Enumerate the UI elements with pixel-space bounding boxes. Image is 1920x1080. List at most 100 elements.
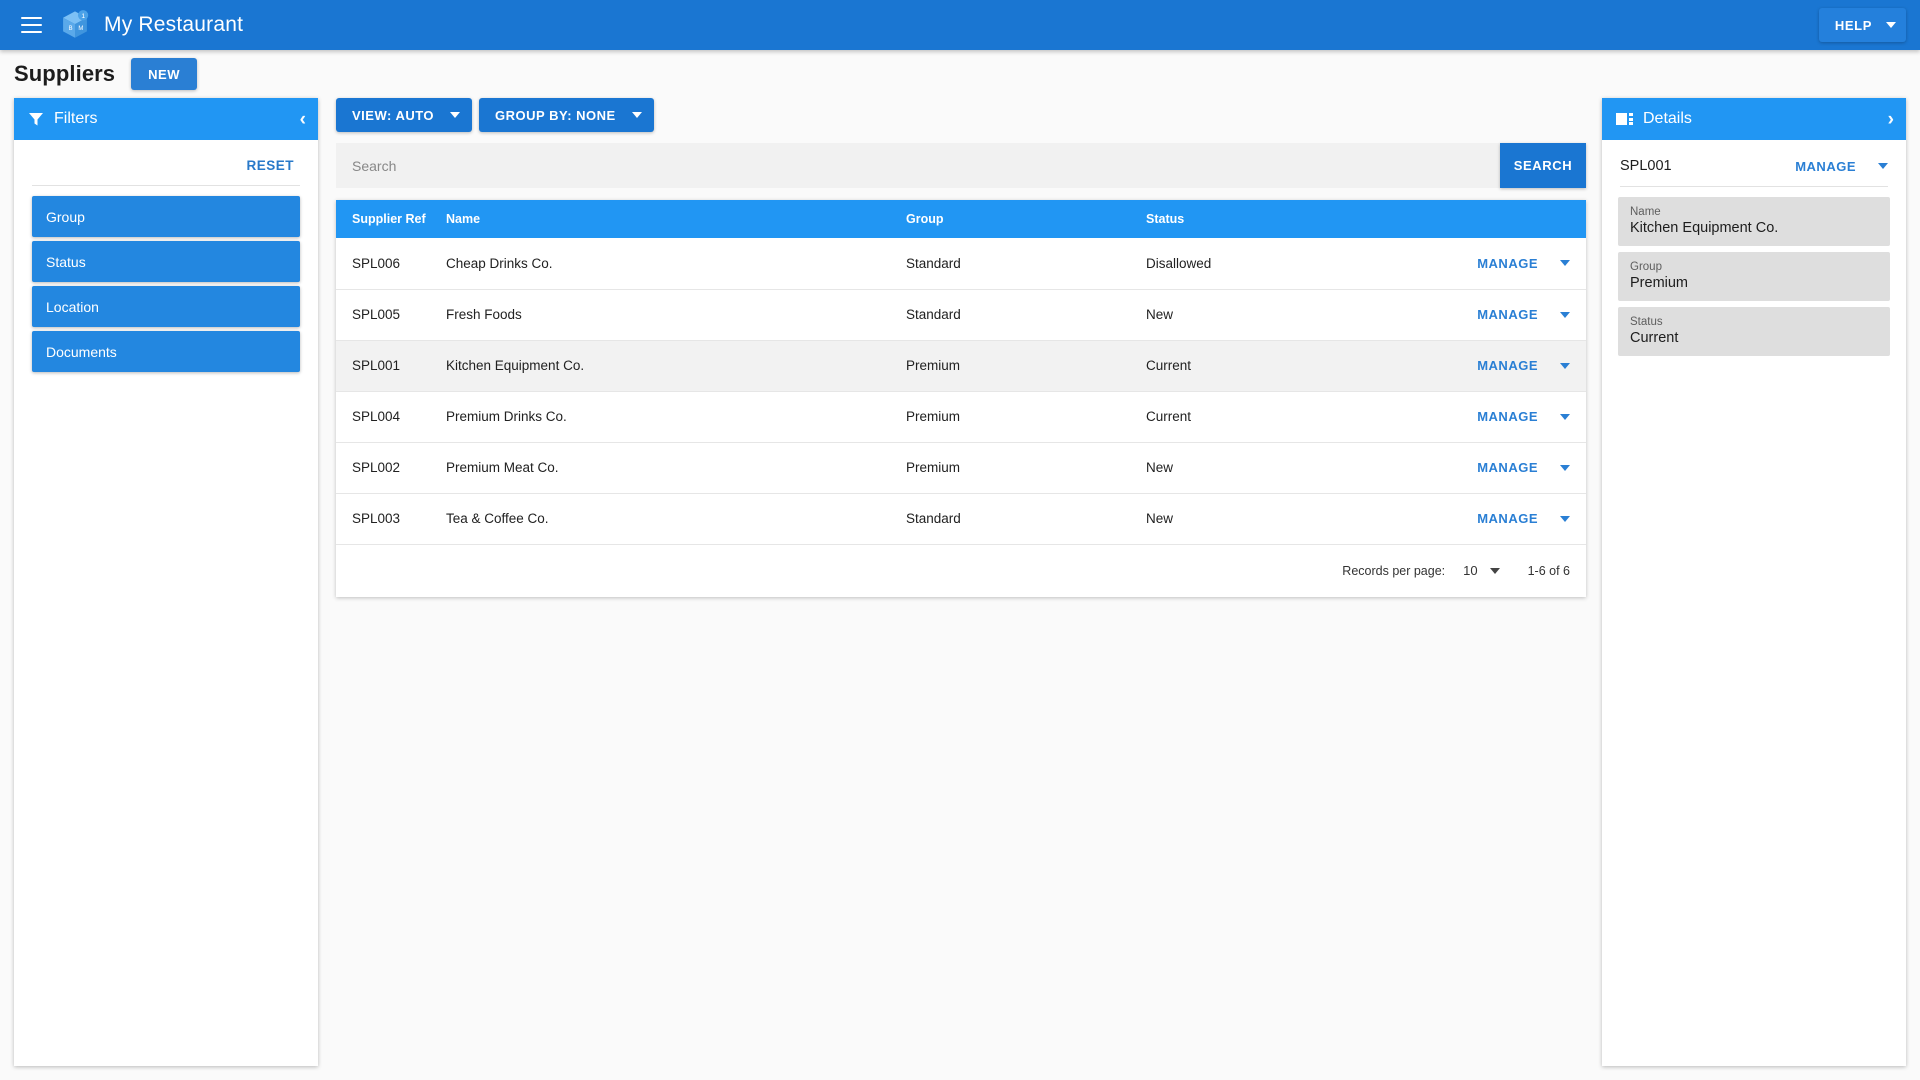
chevron-left-icon[interactable]: ‹ — [300, 110, 306, 129]
cube-logo-icon[interactable]: B M 1 — [58, 8, 92, 42]
chevron-down-icon — [1886, 22, 1896, 28]
cell-group: Standard — [896, 238, 1136, 290]
cell-supplier-ref: SPL004 — [336, 391, 436, 443]
cell-name: Fresh Foods — [436, 289, 896, 341]
chevron-down-icon[interactable] — [1560, 413, 1570, 420]
pagination-range: 1-6 of 6 — [1527, 563, 1570, 578]
row-manage-link[interactable]: MANAGE — [1477, 460, 1538, 475]
new-button[interactable]: NEW — [131, 58, 197, 90]
page-title-bar: Suppliers NEW — [0, 50, 1920, 98]
filter-item-group[interactable]: Group — [32, 196, 300, 237]
app-title: My Restaurant — [104, 13, 244, 36]
chevron-down-icon[interactable] — [1560, 311, 1570, 318]
view-mode-label: VIEW: AUTO — [352, 107, 435, 123]
reset-filters-link[interactable]: RESET — [246, 158, 294, 173]
chevron-down-icon[interactable] — [1878, 163, 1888, 169]
content-column: VIEW: AUTO GROUP BY: NONE SEARCH Supplie… — [318, 98, 1602, 1066]
help-button[interactable]: HELP — [1818, 8, 1906, 42]
chevron-down-icon[interactable] — [1560, 464, 1570, 471]
details-field-label: Name — [1630, 206, 1661, 218]
cell-actions: MANAGE — [1456, 289, 1586, 341]
search-button[interactable]: SEARCH — [1500, 143, 1586, 188]
details-manage-link[interactable]: MANAGE — [1795, 159, 1856, 174]
cell-status: Current — [1136, 391, 1456, 443]
filters-panel-header: Filters ‹ — [14, 98, 318, 140]
cell-supplier-ref: SPL003 — [336, 493, 436, 545]
chevron-down-icon — [631, 112, 642, 118]
cell-actions: MANAGE — [1456, 238, 1586, 290]
cell-supplier-ref: SPL002 — [336, 442, 436, 494]
cell-actions: MANAGE — [1456, 442, 1586, 494]
search-input[interactable] — [336, 143, 1500, 188]
chevron-down-icon[interactable] — [1560, 260, 1570, 267]
details-field-value: Kitchen Equipment Co. — [1630, 220, 1779, 236]
cell-name: Tea & Coffee Co. — [436, 493, 896, 545]
column-header-group[interactable]: Group — [896, 200, 1136, 238]
details-manage-group[interactable]: MANAGE — [1795, 159, 1888, 174]
view-mode-button[interactable]: VIEW: AUTO — [336, 98, 473, 132]
cell-supplier-ref: SPL006 — [336, 238, 436, 290]
details-field-name: Name Kitchen Equipment Co. — [1618, 197, 1890, 246]
chevron-down-icon — [450, 112, 461, 118]
details-field-group: Group Premium — [1618, 252, 1890, 301]
svg-text:1: 1 — [81, 13, 85, 20]
details-field-label: Status — [1630, 316, 1663, 328]
svg-text:B: B — [69, 26, 73, 32]
filters-divider — [32, 185, 300, 186]
cell-name: Kitchen Equipment Co. — [436, 340, 896, 392]
table-row[interactable]: SPL001 Kitchen Equipment Co. Premium Curren… — [336, 340, 1586, 392]
row-manage-link[interactable]: MANAGE — [1477, 307, 1538, 322]
table-header-row: Supplier Ref Name Group Status — [336, 200, 1586, 238]
group-by-label: GROUP BY: NONE — [495, 107, 616, 123]
main-layout: Filters ‹ RESET Group Status Location Do… — [0, 98, 1920, 1080]
table-row[interactable]: SPL002 Premium Meat Co. Premium New MANAGE — [336, 442, 1586, 494]
details-field-status: Status Current — [1618, 307, 1890, 356]
cell-group: Standard — [896, 289, 1136, 341]
details-body: SPL001 MANAGE Name Kitchen Equipment Co.… — [1602, 140, 1906, 362]
chevron-down-icon[interactable] — [1489, 567, 1500, 574]
cell-status: New — [1136, 493, 1456, 545]
row-manage-link[interactable]: MANAGE — [1477, 511, 1538, 526]
table-row[interactable]: SPL006 Cheap Drinks Co. Standard Disallowed… — [336, 238, 1586, 290]
column-header-supplier-ref[interactable]: Supplier Ref — [336, 200, 436, 238]
table-row[interactable]: SPL003 Tea & Coffee Co. Standard New MANAGE — [336, 493, 1586, 545]
records-per-page-label: Records per page: — [1342, 563, 1446, 578]
filters-panel-title: Filters — [54, 110, 98, 127]
chevron-down-icon[interactable] — [1560, 515, 1570, 522]
content-toolbar: VIEW: AUTO GROUP BY: NONE — [336, 98, 1586, 132]
group-by-button[interactable]: GROUP BY: NONE — [479, 98, 654, 132]
pagination-bar: Records per page: 10 1-6 of 6 — [336, 545, 1586, 597]
row-manage-link[interactable]: MANAGE — [1477, 256, 1538, 271]
table-row[interactable]: SPL004 Premium Drinks Co. Premium Current MA… — [336, 391, 1586, 443]
filter-item-label: Group — [46, 208, 85, 225]
details-record-ref: SPL001 — [1620, 158, 1672, 174]
help-button-label: HELP — [1834, 17, 1872, 33]
records-per-page-value[interactable]: 10 — [1463, 563, 1477, 578]
table-row[interactable]: SPL005 Fresh Foods Standard New MANAGE — [336, 289, 1586, 341]
cell-group: Standard — [896, 493, 1136, 545]
cell-name: Premium Drinks Co. — [436, 391, 896, 443]
filter-item-status[interactable]: Status — [32, 241, 300, 282]
filters-reset-row: RESET — [32, 150, 300, 185]
app-bar: B M 1 My Restaurant HELP — [0, 0, 1920, 50]
column-header-status[interactable]: Status — [1136, 200, 1456, 238]
column-header-name[interactable]: Name — [436, 200, 896, 238]
cell-name: Cheap Drinks Co. — [436, 238, 896, 290]
details-field-label: Group — [1630, 261, 1662, 273]
cell-actions: MANAGE — [1456, 391, 1586, 443]
chevron-right-icon[interactable]: › — [1888, 110, 1894, 129]
filter-item-documents[interactable]: Documents — [32, 331, 300, 372]
search-row: SEARCH — [336, 143, 1586, 188]
cell-group: Premium — [896, 391, 1136, 443]
row-manage-link[interactable]: MANAGE — [1477, 358, 1538, 373]
cell-actions: MANAGE — [1456, 340, 1586, 392]
filter-item-label: Status — [46, 253, 86, 270]
chevron-down-icon[interactable] — [1560, 362, 1570, 369]
row-manage-link[interactable]: MANAGE — [1477, 409, 1538, 424]
column-header-actions — [1456, 200, 1586, 238]
details-panel-title: Details — [1643, 110, 1692, 127]
suppliers-table-card: Supplier Ref Name Group Status SPL006 Che… — [336, 200, 1586, 597]
filter-item-location[interactable]: Location — [32, 286, 300, 327]
hamburger-menu-icon[interactable] — [14, 8, 48, 42]
cell-status: Current — [1136, 340, 1456, 392]
